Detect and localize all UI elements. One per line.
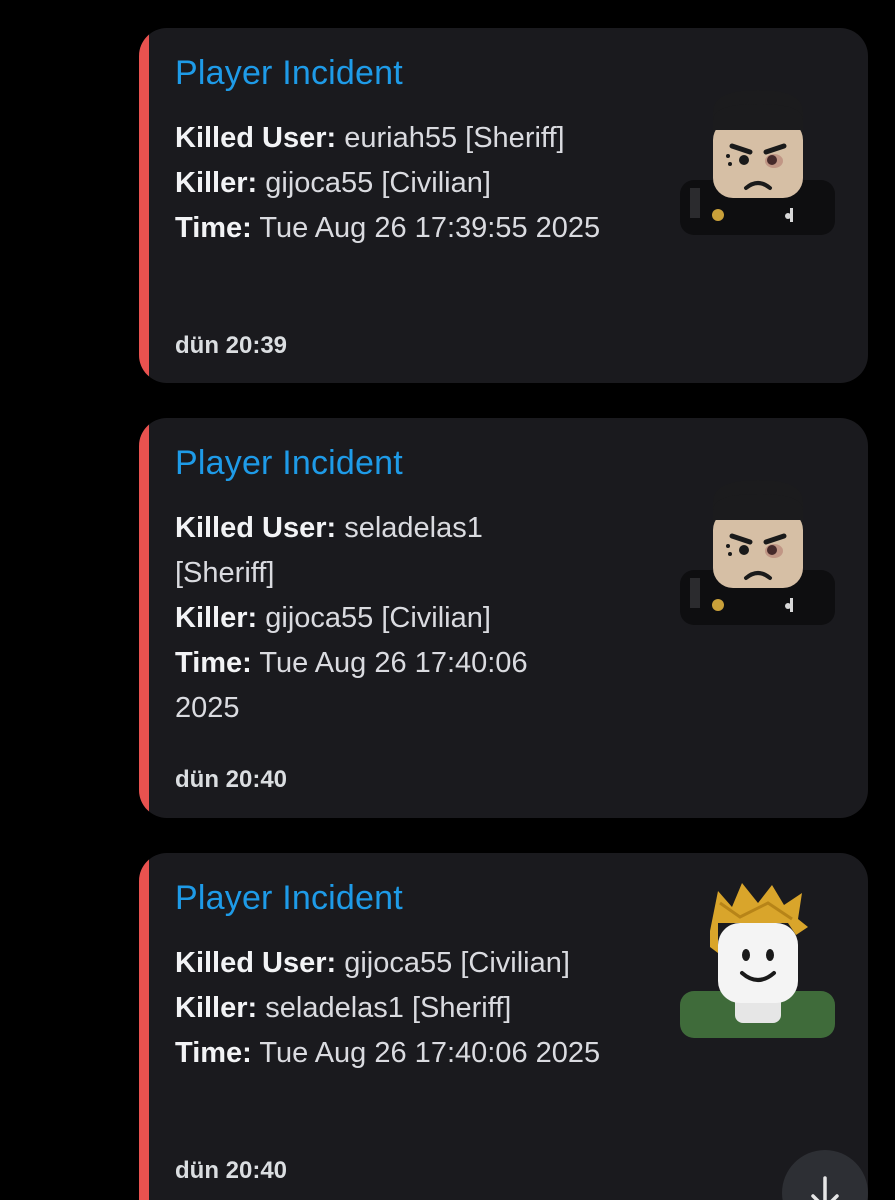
embed-footer-timestamp: dün 20:40 [175,1157,288,1184]
time-label: Time: [175,1037,252,1069]
killer-value: seladelas1 [Sheriff] [257,992,512,1024]
killed-user-value: euriah55 [Sheriff] [336,122,565,154]
killed-user-value: gijoca55 [Civilian] [336,947,570,979]
killer-row: Killer: gijoca55 [Civilian] [175,161,635,206]
killed-user-label: Killed User: [175,947,337,979]
killed-user-label: Killed User: [175,122,337,154]
embed-accent-bar [139,28,149,383]
embed-footer-timestamp: dün 20:39 [175,332,288,359]
sheriff-avatar-icon[interactable] [680,480,835,635]
killer-row: Killer: gijoca55 [Civilian] [175,596,575,641]
message-feed: Player Incident Killed User: euriah55 [S… [0,0,895,1200]
killer-label: Killer: [175,992,258,1024]
killed-user-label: Killed User: [175,512,337,544]
killer-row: Killer: seladelas1 [Sheriff] [175,986,635,1031]
embed-footer-timestamp: dün 20:40 [175,766,288,793]
arrow-down-icon [811,1176,839,1200]
incident-embed: Player Incident Killed User: gijoca55 [C… [139,853,868,1200]
killed-user-row: Killed User: gijoca55 [Civilian] [175,941,635,986]
killer-value: gijoca55 [Civilian] [257,167,491,199]
embed-accent-bar [139,418,149,818]
killer-label: Killer: [175,602,258,634]
embed-title[interactable]: Player Incident [175,879,403,918]
incident-embed: Player Incident Killed User: euriah55 [S… [139,28,868,383]
embed-title[interactable]: Player Incident [175,54,403,93]
time-value: Tue Aug 26 17:39:55 2025 [251,212,601,244]
time-row: Time: Tue Aug 26 17:40:06 2025 [175,1031,635,1076]
embed-accent-bar [139,853,149,1200]
embed-title[interactable]: Player Incident [175,444,403,483]
incident-embed: Player Incident Killed User: seladelas1 … [139,418,868,818]
killer-label: Killer: [175,167,258,199]
time-label: Time: [175,647,252,679]
time-row: Time: Tue Aug 26 17:39:55 2025 [175,206,635,251]
killer-value: gijoca55 [Civilian] [257,602,491,634]
killed-user-row: Killed User: euriah55 [Sheriff] [175,116,635,161]
time-value: Tue Aug 26 17:40:06 2025 [251,1037,601,1069]
time-row: Time: Tue Aug 26 17:40:06 2025 [175,641,575,731]
killed-user-row: Killed User: seladelas1 [Sheriff] [175,506,575,596]
embed-description: Killed User: gijoca55 [Civilian] Killer:… [175,941,635,1076]
embed-description: Killed User: euriah55 [Sheriff] Killer: … [175,116,635,251]
blonde-avatar-icon[interactable] [680,883,835,1038]
time-label: Time: [175,212,252,244]
sheriff-avatar-icon[interactable] [680,90,835,245]
embed-description: Killed User: seladelas1 [Sheriff] Killer… [175,506,575,731]
